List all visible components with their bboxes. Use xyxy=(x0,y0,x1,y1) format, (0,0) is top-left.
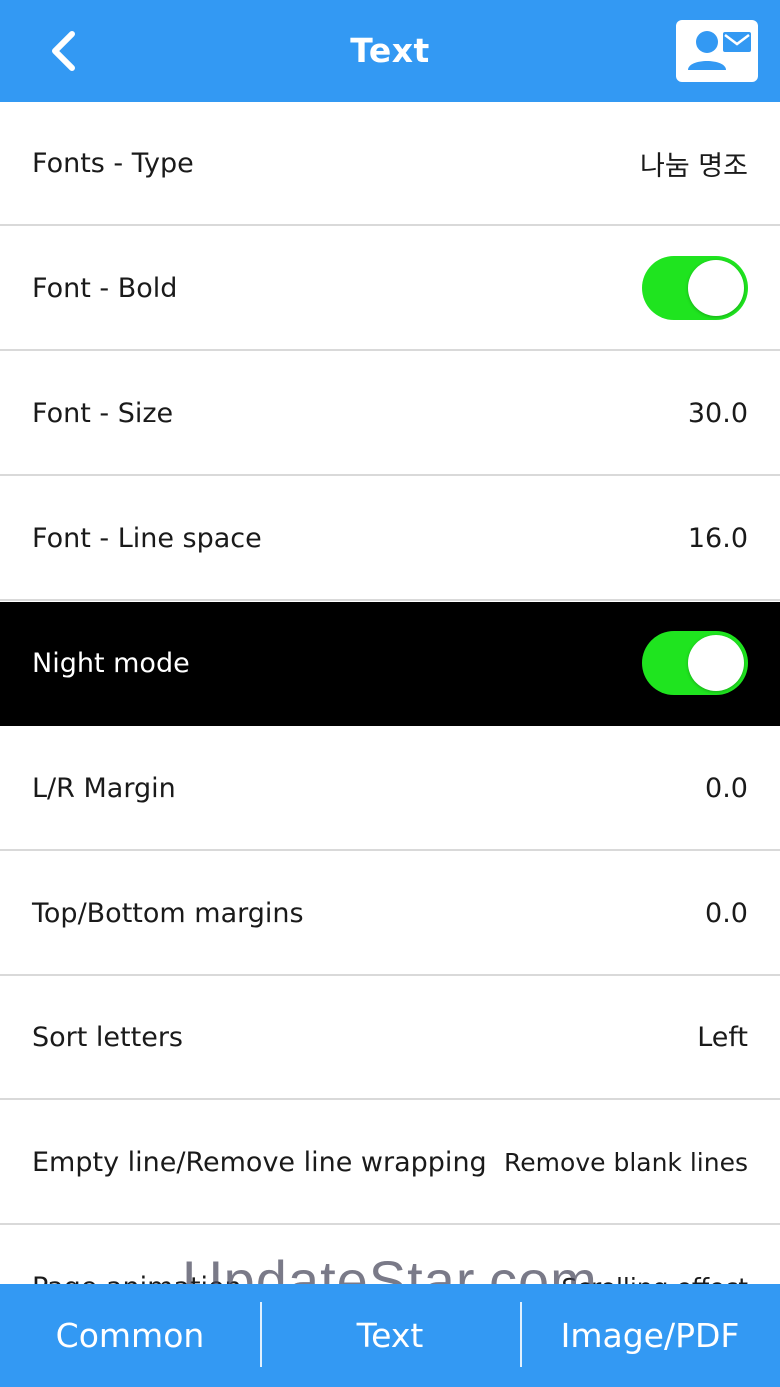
contact-card-icon xyxy=(688,31,751,70)
row-label: L/R Margin xyxy=(32,772,176,804)
page-title: Text xyxy=(350,30,430,70)
row-font-size[interactable]: Font - Size 30.0 xyxy=(0,352,780,476)
toggle-knob xyxy=(688,635,744,691)
row-label: Top/Bottom margins xyxy=(32,897,304,929)
row-value: 나눔 명조 xyxy=(640,150,748,182)
row-label: Sort letters xyxy=(32,1021,183,1053)
bold-toggle[interactable] xyxy=(642,256,748,320)
row-value: 0.0 xyxy=(705,897,748,929)
row-page-animation[interactable]: Page animation Scrolling effect xyxy=(0,1226,780,1284)
row-lr-margin[interactable]: L/R Margin 0.0 xyxy=(0,727,780,851)
row-sort-letters[interactable]: Sort letters Left xyxy=(0,976,780,1100)
night-mode-toggle[interactable] xyxy=(642,631,748,695)
settings-list: Fonts - Type 나눔 명조 Font - Bold Font - Si… xyxy=(0,102,780,1284)
row-value: 30.0 xyxy=(687,397,748,429)
row-label: Fonts - Type xyxy=(32,147,194,179)
row-value: Remove blank lines xyxy=(504,1147,748,1177)
row-value: 16.0 xyxy=(687,522,748,554)
nav-bar: Text xyxy=(0,0,780,102)
row-label: Font - Bold xyxy=(32,272,178,304)
bottom-tab-bar: Common Text Image/PDF xyxy=(0,1284,780,1387)
row-top-bottom-margins[interactable]: Top/Bottom margins 0.0 xyxy=(0,852,780,976)
row-night-mode: Night mode xyxy=(0,602,780,726)
row-label: Font - Size xyxy=(32,397,174,429)
row-value: Left xyxy=(697,1021,748,1053)
row-label: Page animation xyxy=(32,1272,242,1285)
tab-text[interactable]: Text xyxy=(260,1284,520,1387)
row-empty-line[interactable]: Empty line/Remove line wrapping Remove b… xyxy=(0,1101,780,1225)
tab-image-pdf[interactable]: Image/PDF xyxy=(520,1284,780,1387)
row-label: Night mode xyxy=(32,647,190,679)
row-label: Empty line/Remove line wrapping xyxy=(32,1146,487,1178)
row-label: Font - Line space xyxy=(32,522,262,554)
contact-button[interactable] xyxy=(676,20,758,82)
toggle-knob xyxy=(688,260,744,316)
row-font-line-space[interactable]: Font - Line space 16.0 xyxy=(0,477,780,601)
row-font-bold: Font - Bold xyxy=(0,227,780,351)
row-value: 0.0 xyxy=(705,772,748,804)
row-value: Scrolling effect xyxy=(561,1273,748,1285)
row-fonts-type[interactable]: Fonts - Type 나눔 명조 xyxy=(0,102,780,226)
tab-common[interactable]: Common xyxy=(0,1284,260,1387)
